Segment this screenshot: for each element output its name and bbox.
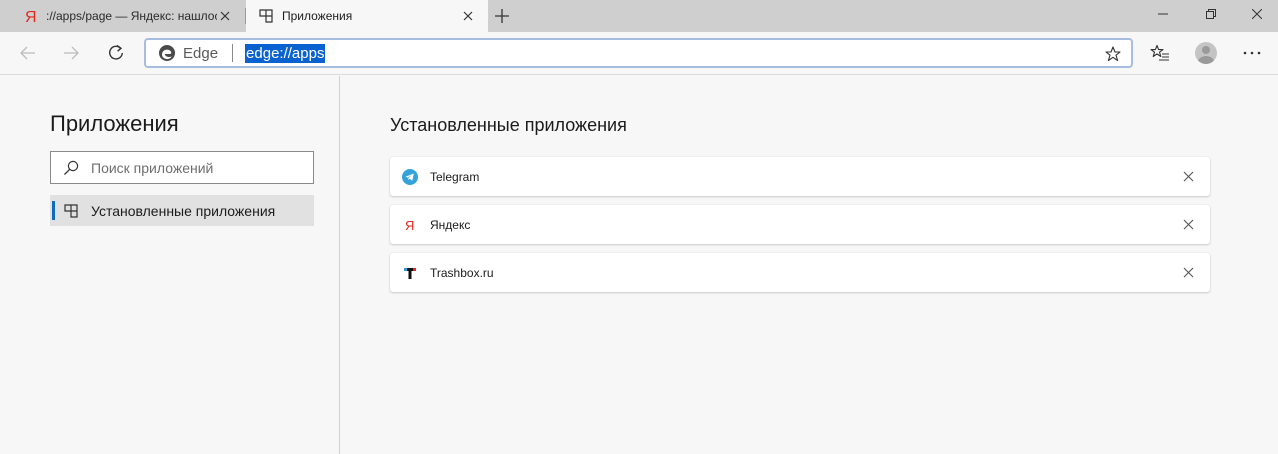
yandex-icon: Я	[402, 217, 418, 233]
profile-button[interactable]	[1191, 38, 1221, 68]
tab-title: ://apps/page — Яндекс: нашлос	[46, 9, 217, 23]
url-text[interactable]: edge://apps	[245, 43, 326, 63]
sidebar-item-installed-apps[interactable]: Установленные приложения	[50, 195, 314, 226]
close-icon[interactable]	[1180, 265, 1196, 281]
selection-indicator	[52, 201, 55, 220]
sidebar-title: Приложения	[50, 111, 179, 136]
svg-text:Я: Я	[405, 218, 414, 233]
more-menu-button[interactable]	[1237, 38, 1267, 68]
app-row-trashbox[interactable]: Trashbox.ru	[390, 253, 1210, 292]
close-icon[interactable]	[1180, 169, 1196, 185]
app-row-telegram[interactable]: Telegram	[390, 157, 1210, 196]
sidebar-item-label: Установленные приложения	[91, 202, 276, 219]
window-close-button[interactable]	[1234, 0, 1278, 28]
search-input[interactable]	[91, 159, 311, 176]
minimize-button[interactable]	[1140, 0, 1186, 28]
sidebar: Приложения Установленные приложения	[0, 76, 340, 454]
tab-apps[interactable]: Приложения	[246, 0, 488, 32]
telegram-icon	[402, 168, 418, 185]
favorite-star-icon[interactable]	[1104, 45, 1122, 63]
restore-button[interactable]	[1188, 0, 1234, 28]
apps-icon	[63, 203, 79, 219]
edge-logo-icon	[158, 44, 176, 62]
apps-icon	[258, 8, 274, 24]
svg-text:Я: Я	[25, 9, 36, 24]
search-box[interactable]	[50, 151, 314, 184]
close-icon[interactable]	[1180, 217, 1196, 233]
browser-label: Edge	[183, 44, 219, 62]
app-name: Trashbox.ru	[430, 265, 494, 280]
app-row-yandex[interactable]: Я Яндекс	[390, 205, 1210, 244]
favorites-button[interactable]	[1145, 38, 1175, 68]
close-icon[interactable]	[460, 8, 476, 24]
trashbox-icon	[402, 265, 418, 281]
address-divider	[232, 44, 234, 62]
forward-button[interactable]	[56, 38, 86, 68]
search-icon	[63, 160, 79, 176]
new-tab-button[interactable]	[492, 6, 512, 26]
tab-strip: Я ://apps/page — Яндекс: нашлос Приложен…	[0, 0, 1278, 32]
yandex-icon: Я	[22, 8, 38, 24]
avatar	[1195, 42, 1217, 64]
tab-title: Приложения	[282, 9, 353, 23]
toolbar: Edge edge://apps	[0, 32, 1278, 75]
app-name: Telegram	[430, 169, 480, 184]
tab-yandex[interactable]: Я ://apps/page — Яндекс: нашлос	[0, 0, 245, 32]
close-icon[interactable]	[217, 8, 233, 24]
page-title: Установленные приложения	[390, 115, 627, 135]
address-bar[interactable]: Edge edge://apps	[144, 38, 1133, 68]
reload-button[interactable]	[101, 38, 131, 68]
app-name: Яндекс	[430, 217, 471, 232]
back-button[interactable]	[13, 38, 43, 68]
